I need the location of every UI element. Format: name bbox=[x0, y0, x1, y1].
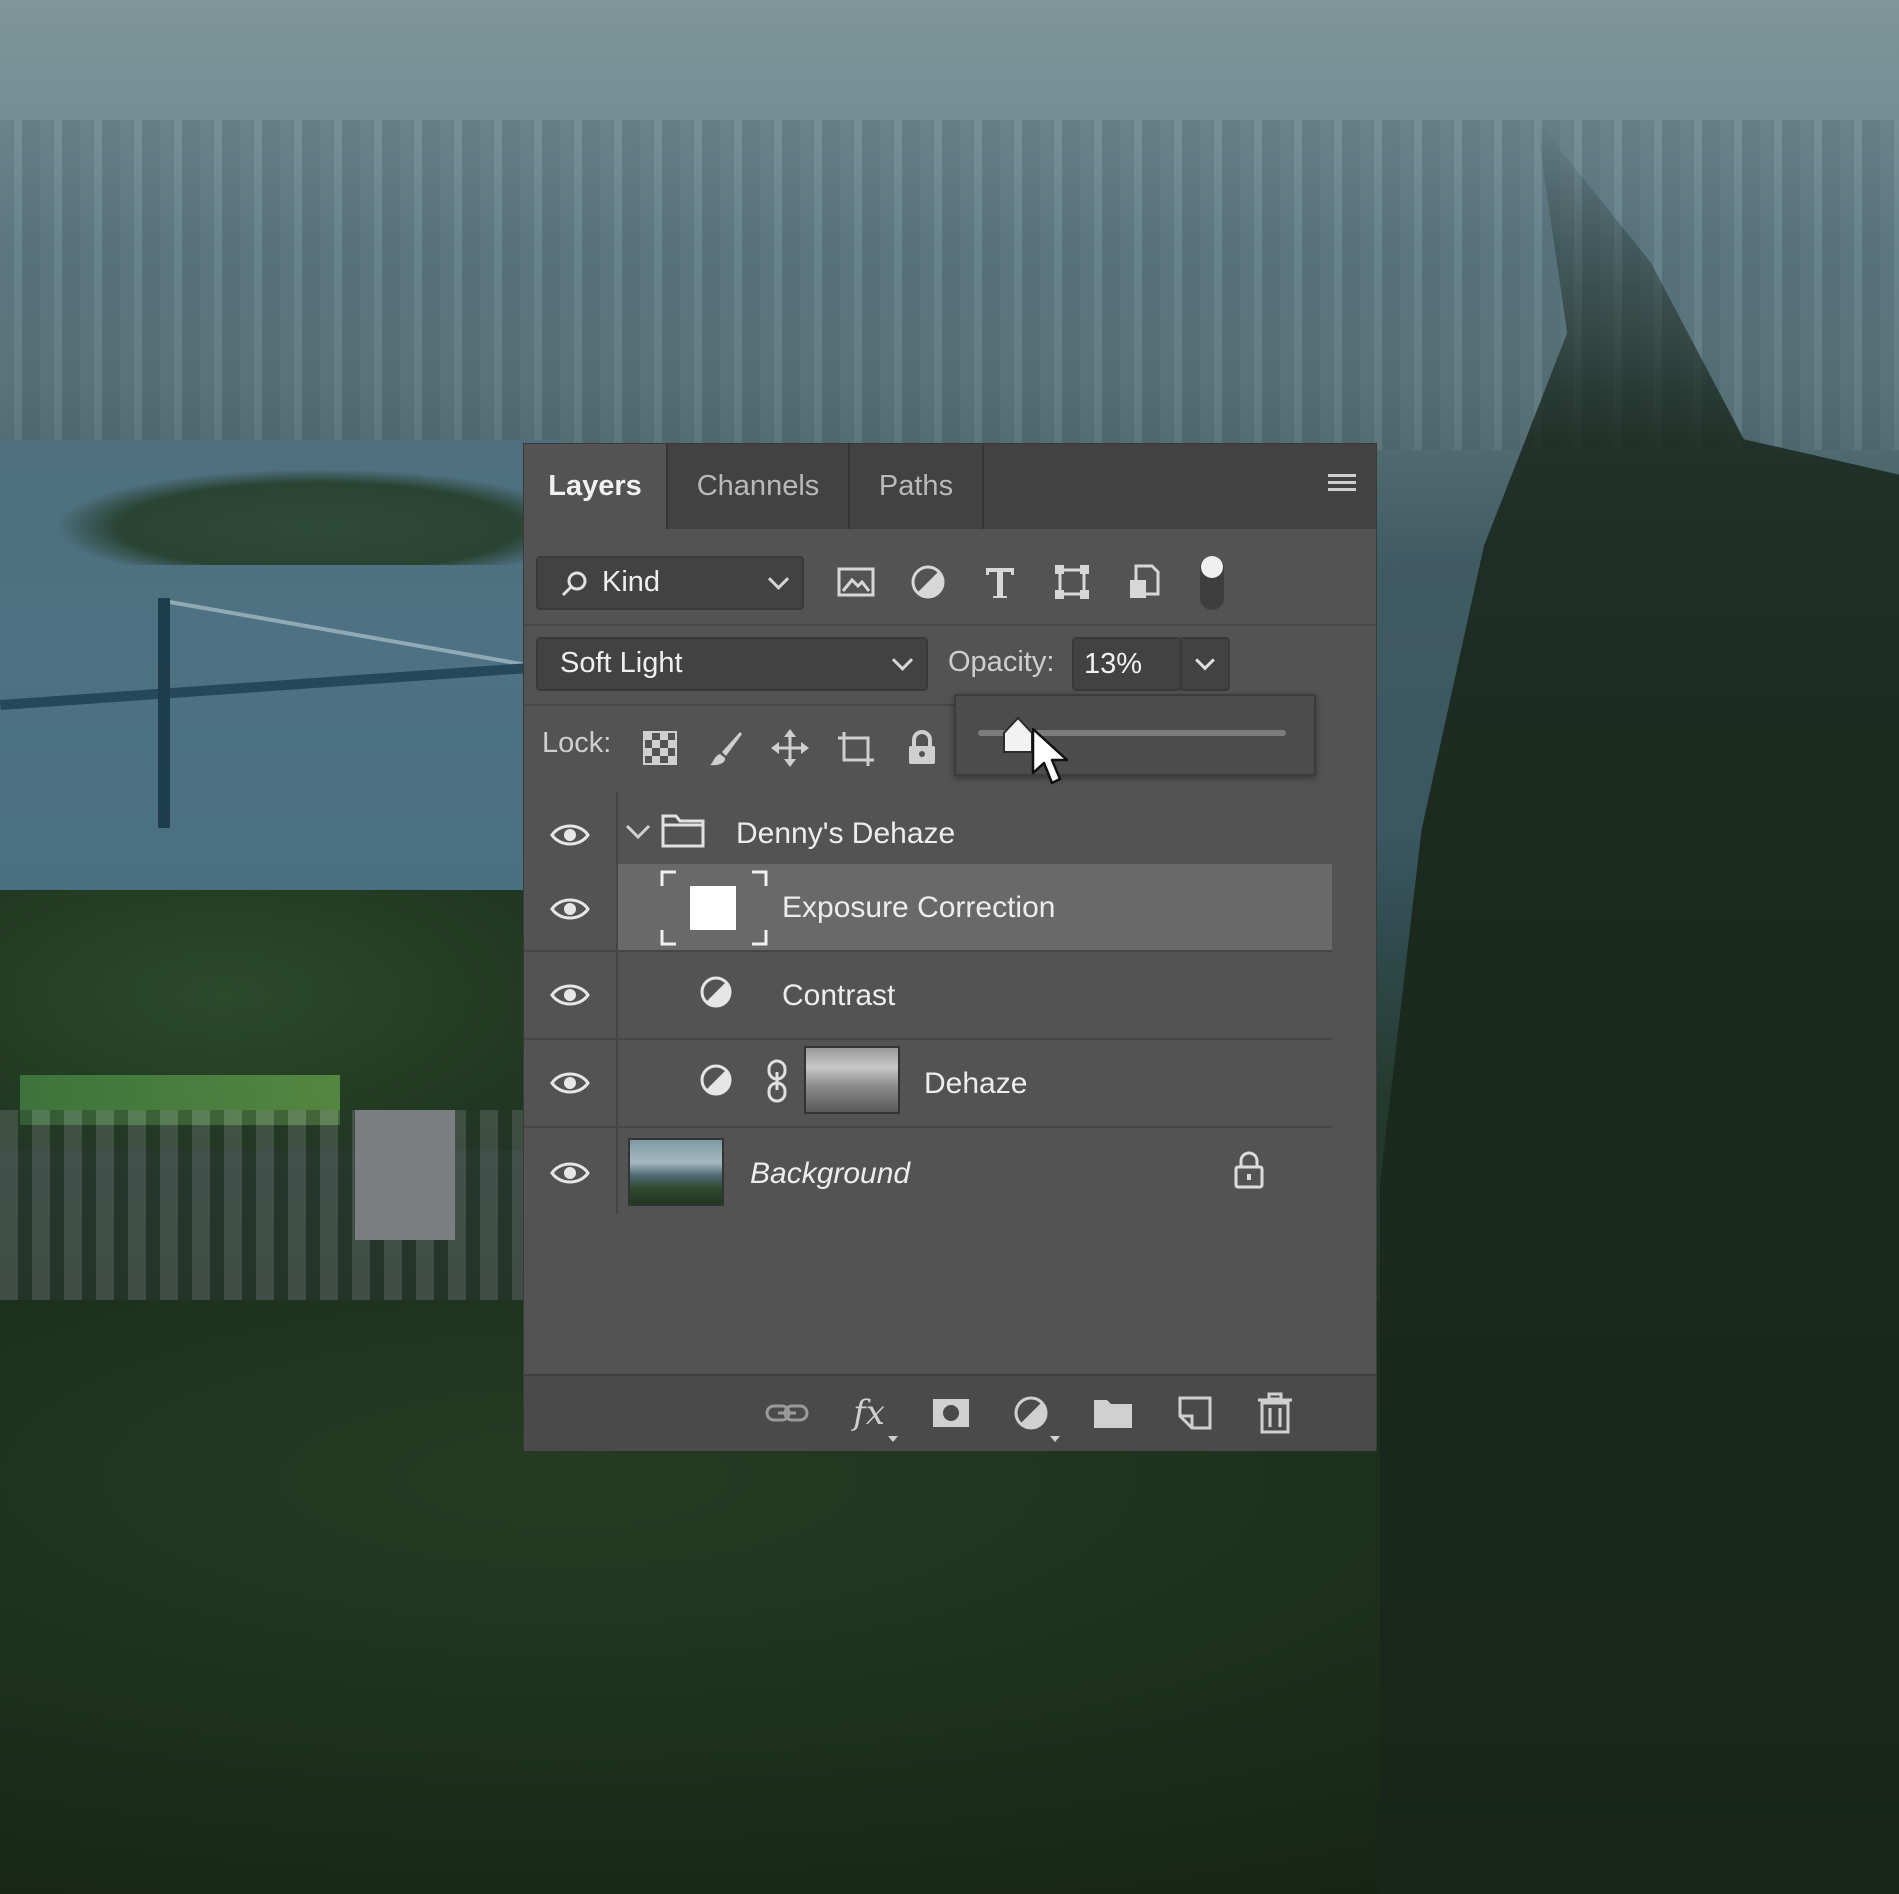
tab-layers[interactable]: Layers bbox=[524, 444, 666, 529]
layer-body: Contrast bbox=[618, 952, 1332, 1038]
layer-style-fx-icon[interactable]: fx bbox=[846, 1390, 898, 1442]
link-chain-icon[interactable] bbox=[764, 1058, 790, 1104]
opacity-input[interactable]: 13% bbox=[1072, 637, 1182, 691]
visibility-toggle[interactable] bbox=[524, 864, 616, 950]
opacity-value: 13% bbox=[1084, 648, 1143, 680]
visibility-toggle[interactable] bbox=[524, 1128, 616, 1214]
layer-name: Denny's Dehaze bbox=[736, 817, 956, 850]
layer-name: Exposure Correction bbox=[782, 891, 1056, 924]
bridge-tower bbox=[158, 598, 170, 828]
forested-island bbox=[60, 470, 530, 565]
adjustment-layer-filter-icon[interactable] bbox=[906, 560, 950, 604]
visibility-toggle[interactable] bbox=[524, 1040, 616, 1126]
chevron-down-icon bbox=[1195, 650, 1215, 671]
layers-panel: Layers Channels Paths Kind Soft Light Op… bbox=[524, 444, 1376, 1451]
search-icon bbox=[561, 571, 587, 597]
chevron-down-icon[interactable] bbox=[624, 822, 652, 842]
filter-kind-dropdown[interactable]: Kind bbox=[536, 556, 804, 610]
chevron-down-icon bbox=[1050, 1436, 1060, 1442]
eye-icon bbox=[550, 1162, 590, 1184]
filter-toggle-switch[interactable] bbox=[1200, 556, 1224, 610]
opacity-slider-thumb[interactable] bbox=[1001, 716, 1035, 756]
blend-mode-dropdown[interactable]: Soft Light bbox=[536, 637, 928, 691]
lock-label: Lock: bbox=[542, 727, 612, 759]
new-group-icon[interactable] bbox=[1090, 1390, 1136, 1436]
opacity-slider-popup bbox=[954, 694, 1316, 776]
layer-body: Background bbox=[618, 1128, 1332, 1214]
lock-all-icon[interactable] bbox=[902, 728, 942, 768]
pixel-layer-filter-icon[interactable] bbox=[834, 560, 878, 604]
panel-bottom-bar: fx bbox=[524, 1374, 1376, 1451]
panel-tab-bar: Layers Channels Paths bbox=[524, 444, 1376, 529]
eye-icon bbox=[550, 898, 590, 920]
lock-icon bbox=[1234, 1151, 1264, 1189]
new-adjustment-layer-icon[interactable] bbox=[1008, 1390, 1060, 1442]
tab-paths[interactable]: Paths bbox=[850, 444, 982, 529]
lock-transparent-pixels-icon[interactable] bbox=[640, 728, 680, 768]
chevron-down-icon bbox=[888, 1436, 898, 1442]
opacity-slider-button[interactable] bbox=[1180, 637, 1230, 691]
tab-divider bbox=[982, 444, 984, 529]
layer-row-selected[interactable]: Exposure Correction bbox=[524, 864, 1332, 952]
eye-icon bbox=[550, 984, 590, 1006]
adjustment-layer-icon bbox=[700, 1064, 732, 1096]
visibility-toggle[interactable] bbox=[524, 952, 616, 1038]
layer-name: Contrast bbox=[782, 979, 896, 1012]
filter-kind-label: Kind bbox=[602, 566, 661, 598]
lock-position-icon[interactable] bbox=[770, 728, 810, 768]
tab-channels[interactable]: Channels bbox=[668, 444, 848, 529]
shape-layer-filter-icon[interactable] bbox=[1050, 560, 1094, 604]
lock-artboard-icon[interactable] bbox=[836, 728, 876, 768]
layer-body: Dehaze bbox=[618, 1040, 1332, 1126]
chevron-down-icon bbox=[891, 649, 914, 671]
divider bbox=[524, 624, 1376, 626]
new-layer-icon[interactable] bbox=[1172, 1390, 1218, 1436]
lock-image-pixels-icon[interactable] bbox=[706, 728, 746, 768]
layer-name: Background bbox=[750, 1157, 911, 1190]
adjustment-circle-icon bbox=[1014, 1396, 1048, 1430]
toggle-knob bbox=[1201, 556, 1223, 578]
eye-icon bbox=[550, 824, 590, 846]
opacity-label: Opacity: bbox=[948, 646, 1055, 678]
layer-name: Dehaze bbox=[924, 1067, 1028, 1100]
layer-row-adjustment[interactable]: Contrast bbox=[524, 952, 1332, 1040]
adjustment-layer-icon bbox=[700, 976, 732, 1008]
smart-object-filter-icon[interactable] bbox=[1122, 560, 1166, 604]
folder-icon bbox=[661, 814, 705, 848]
fx-label: fx bbox=[853, 1393, 885, 1433]
delete-layer-icon[interactable] bbox=[1252, 1390, 1298, 1436]
apartment-tower bbox=[355, 1110, 455, 1240]
layer-row-background[interactable]: Background bbox=[524, 1128, 1332, 1214]
link-layers-icon[interactable] bbox=[764, 1390, 810, 1436]
chevron-down-icon bbox=[767, 568, 790, 590]
panel-menu-icon[interactable] bbox=[1328, 474, 1356, 496]
layer-body: Exposure Correction bbox=[618, 864, 1332, 950]
eye-icon bbox=[550, 1072, 590, 1094]
layer-thumbnail[interactable] bbox=[658, 868, 770, 948]
divider bbox=[524, 704, 954, 706]
layer-thumbnail[interactable] bbox=[628, 1138, 724, 1206]
layer-mask-thumbnail[interactable] bbox=[804, 1046, 900, 1114]
blend-mode-value: Soft Light bbox=[560, 647, 683, 679]
add-mask-icon[interactable] bbox=[928, 1390, 974, 1436]
layer-row-adjustment-masked[interactable]: Dehaze bbox=[524, 1040, 1332, 1128]
type-layer-filter-icon[interactable] bbox=[978, 560, 1022, 604]
